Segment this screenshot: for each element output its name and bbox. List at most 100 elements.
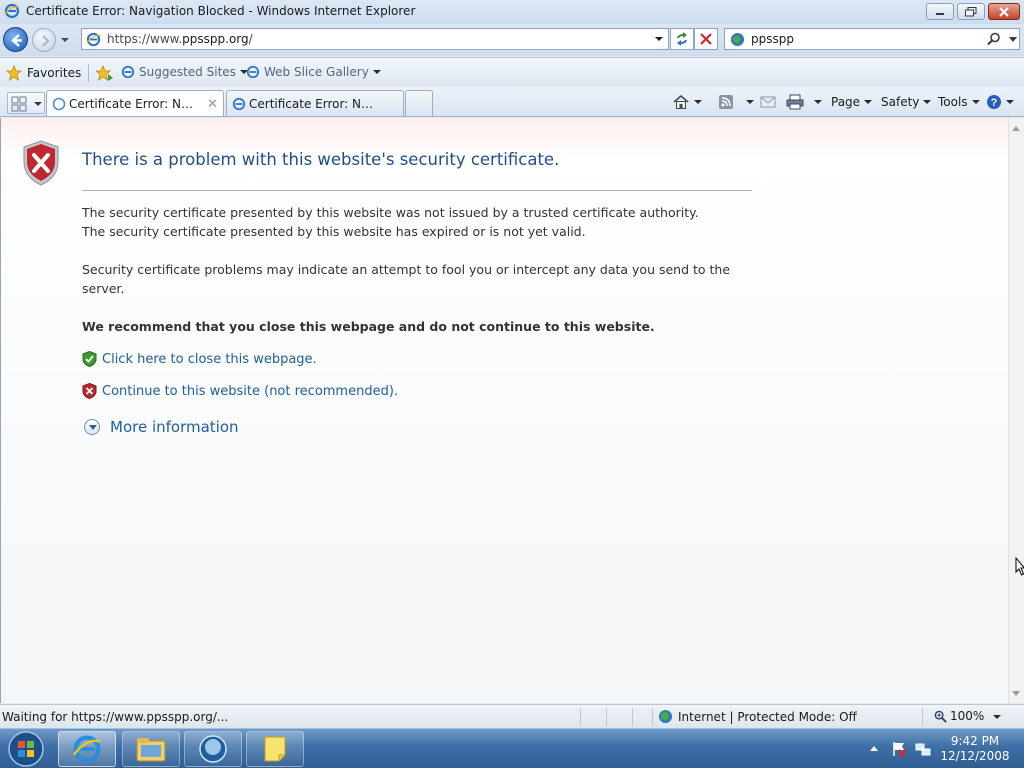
folder-icon: [136, 738, 166, 762]
start-button-icon[interactable]: [4, 730, 48, 768]
svg-text:?: ?: [991, 97, 998, 109]
certificate-issues-text: The security certificate presented by th…: [82, 205, 699, 239]
stop-button[interactable]: [694, 28, 718, 50]
page-ie-icon: [86, 32, 101, 47]
suggested-sites-link[interactable]: Suggested Sites: [121, 65, 248, 79]
divider: [82, 190, 752, 191]
web-slice-gallery-link[interactable]: Web Slice Gallery: [246, 65, 381, 79]
home-icon: [673, 94, 689, 109]
system-clock[interactable]: 9:42 PM 12/12/2008: [940, 734, 1010, 764]
globe-icon: [658, 709, 673, 724]
close-webpage-link[interactable]: Click here to close this webpage.: [82, 351, 317, 367]
mail-icon: [760, 96, 776, 108]
address-bar[interactable]: https://www.ppsspp.org/: [81, 28, 669, 50]
feeds-caret-icon: [746, 100, 754, 104]
restore-button[interactable]: [957, 3, 985, 20]
home-button[interactable]: [672, 93, 702, 111]
search-options-dropdown-icon[interactable]: [1009, 37, 1017, 43]
vertical-scrollbar[interactable]: [1008, 118, 1024, 703]
help-button[interactable]: ?: [986, 93, 1014, 111]
search-provider-icon: [730, 32, 745, 47]
continue-to-website-link[interactable]: Continue to this website (not recommende…: [82, 383, 398, 399]
status-separator: [652, 708, 653, 726]
sticky-note-icon: [264, 736, 286, 762]
clock-time: 9:42 PM: [950, 734, 1000, 748]
security-zone[interactable]: Internet | Protected Mode: Off: [658, 709, 857, 724]
close-window-button[interactable]: [988, 3, 1020, 20]
zoom-dropdown-icon[interactable]: [993, 715, 1001, 719]
quick-tabs-grid-icon: [11, 96, 42, 112]
show-hidden-icons-icon[interactable]: [870, 746, 878, 751]
read-mail-button[interactable]: [760, 93, 776, 111]
taskbar-media-player[interactable]: [184, 731, 242, 767]
favorites-button[interactable]: Favorites: [6, 64, 81, 82]
safety-caret-icon: [923, 100, 932, 104]
add-to-favorites-bar-icon[interactable]: [96, 65, 114, 81]
warning-paragraph: Security certificate problems may indica…: [82, 262, 731, 296]
scroll-up-icon[interactable]: [1012, 126, 1020, 131]
favorites-bar: Favorites Suggested Sites Web Slice Gall…: [0, 57, 1024, 87]
expand-chevron-icon: [84, 419, 100, 435]
tools-menu-button[interactable]: Tools: [938, 93, 980, 111]
more-information-toggle[interactable]: More information: [84, 418, 239, 436]
network-icon[interactable]: [915, 741, 931, 757]
star-icon: [6, 65, 22, 81]
address-dropdown-icon[interactable]: [654, 34, 664, 44]
status-separator: [922, 708, 923, 726]
loading-icon: [52, 97, 66, 111]
stop-icon: [700, 33, 712, 45]
refresh-icon: [677, 32, 687, 46]
tab-certificate-error-active[interactable]: Certificate Error: Navig... ✕: [46, 90, 224, 116]
recent-pages-dropdown[interactable]: [60, 35, 70, 45]
internet-explorer-icon: [4, 3, 20, 19]
tab-ie-icon: [232, 97, 246, 111]
recommendation-text: We recommend that you close this webpage…: [82, 319, 655, 334]
status-separator: [632, 708, 633, 726]
status-bar: Waiting for https://www.ppsspp.org/... I…: [0, 704, 1024, 728]
arrow-left-icon: [11, 34, 22, 47]
red-shield-x-icon: [82, 383, 97, 399]
scroll-down-icon[interactable]: [1012, 691, 1020, 696]
back-button[interactable]: [3, 27, 28, 52]
page-caret-icon: [864, 100, 873, 104]
favorites-label: Favorites: [27, 66, 82, 80]
feeds-button[interactable]: [718, 93, 754, 111]
action-center-flag-icon[interactable]: [891, 741, 907, 757]
search-box[interactable]: ppsspp: [724, 28, 1020, 50]
green-shield-check-icon: [82, 351, 97, 367]
web-slice-gallery-caret-icon: [372, 70, 381, 74]
minimize-button[interactable]: [926, 3, 954, 20]
taskbar: 9:42 PM 12/12/2008: [0, 728, 1024, 768]
safety-menu-button[interactable]: Safety: [881, 93, 932, 111]
internet-explorer-icon: [72, 735, 101, 763]
printer-icon: [786, 94, 804, 110]
help-caret-icon: [1006, 100, 1014, 104]
tab-label: Certificate Error: Navig...: [69, 97, 199, 111]
status-separator: [606, 708, 607, 726]
print-caret-icon: [814, 100, 822, 104]
close-tab-icon[interactable]: ✕: [207, 97, 218, 112]
window-title: Certificate Error: Navigation Blocked - …: [26, 4, 416, 18]
forward-button[interactable]: [32, 28, 56, 52]
status-text: Waiting for https://www.ppsspp.org/...: [2, 710, 229, 724]
new-tab-button[interactable]: [405, 90, 433, 116]
zoom-level-button[interactable]: 100%: [934, 709, 984, 723]
home-caret-icon: [694, 100, 702, 104]
taskbar-sticky-notes[interactable]: [246, 731, 304, 767]
taskbar-windows-explorer[interactable]: [122, 731, 180, 767]
arrow-right-icon: [42, 35, 50, 47]
media-player-icon: [199, 735, 227, 763]
tab-label: Certificate Error: Navigatio...: [249, 97, 379, 111]
security-error-shield-icon: [23, 140, 59, 186]
url-text: https://www.ppsspp.org/: [107, 32, 253, 46]
search-icon[interactable]: [987, 32, 1001, 46]
quick-tabs-button[interactable]: [7, 92, 45, 114]
tab-bar: Certificate Error: Navig... ✕ Certificat…: [0, 87, 1024, 117]
print-button[interactable]: [786, 93, 822, 111]
taskbar-internet-explorer[interactable]: [58, 731, 116, 767]
refresh-button[interactable]: [670, 28, 694, 50]
tab-certificate-error[interactable]: Certificate Error: Navigatio...: [226, 90, 404, 116]
page-menu-button[interactable]: Page: [831, 93, 873, 111]
favorites-separator: [88, 64, 89, 82]
status-separator: [580, 708, 581, 726]
